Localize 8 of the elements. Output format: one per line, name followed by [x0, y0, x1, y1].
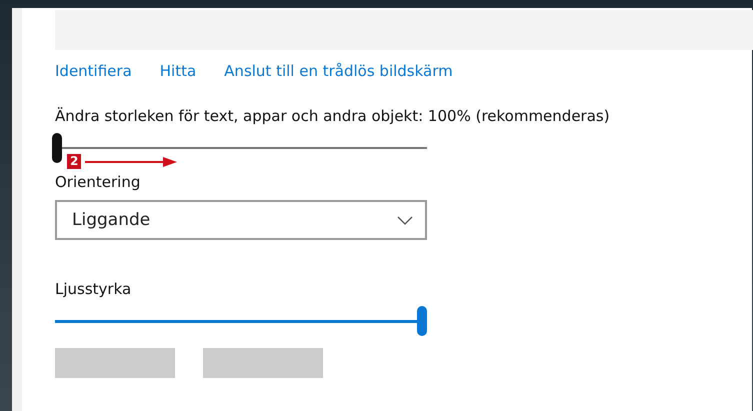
link[interactable]: Anslut till en trådlös bildskärm	[224, 62, 453, 80]
brightness-label: Ljusstyrka	[55, 280, 132, 298]
link[interactable]: Hitta	[160, 62, 196, 80]
orientation-label: Orientering	[55, 173, 142, 191]
scale-label: Ändra storleken för text, appar och andra objekt: 100% (rekommenderas)	[55, 107, 611, 125]
step-badge: 2	[67, 154, 82, 169]
orientation-dropdown[interactable]: Liggande	[55, 200, 427, 240]
link[interactable]: Identifiera	[55, 62, 132, 80]
